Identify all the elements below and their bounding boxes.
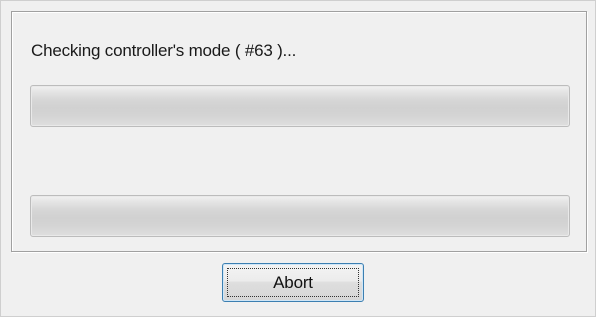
primary-progress-bar [30, 85, 570, 127]
progress-dialog: Checking controller's mode ( #63 )... Ab… [0, 0, 596, 317]
abort-button-label: Abort [227, 268, 359, 297]
abort-button[interactable]: Abort [222, 263, 364, 302]
secondary-progress-bar [30, 195, 570, 237]
status-label: Checking controller's mode ( #63 )... [31, 41, 297, 60]
